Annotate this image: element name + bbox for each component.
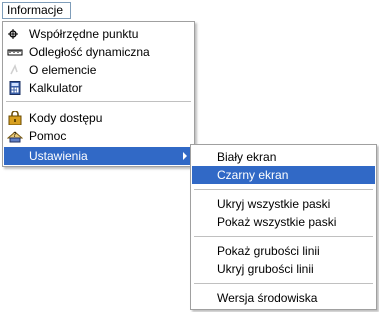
submenu-item-pokaz-grubosci-linii[interactable]: Pokaż grubości linii [192,242,375,260]
submenu-item-label: Wersja środowiska [217,291,318,305]
menu-item-label: Współrzędne punktu [29,27,139,41]
submenu-item-label: Ukryj grubości linii [217,262,314,276]
menu-separator [194,283,373,284]
submenu-item-pokaz-wszystkie-paski[interactable]: Pokaż wszystkie paski [192,213,375,231]
menu-item-label: Kalkulator [29,81,83,95]
submenu-item-czarny-ekran[interactable]: Czarny ekran [192,166,375,184]
menu-item-wspolrzedne-punktu[interactable]: Współrzędne punktu [4,25,193,43]
menu-item-kody-dostepu[interactable]: Kody dostępu [4,109,193,127]
menu-separator [194,236,373,237]
menu-item-ustawienia[interactable]: Ustawienia [4,147,193,165]
menu-item-label: Ustawienia [29,149,88,163]
submenu-item-label: Czarny ekran [217,168,289,182]
submenu-item-label: Ukryj wszystkie paski [217,197,331,211]
svg-text:?: ? [13,131,17,139]
crosshair-icon [8,29,18,39]
submenu-item-label: Pokaż wszystkie paski [217,215,337,229]
menu-item-odleglosc-dynamiczna[interactable]: Odległość dynamiczna [4,43,193,61]
info-element-icon [10,64,18,75]
menu-item-label: Kody dostępu [29,111,103,125]
submenu-item-label: Biały ekran [217,150,277,164]
menu-item-label: Odległość dynamiczna [29,45,150,59]
calculator-icon [9,81,21,95]
menu-item-label: Pomoc [29,129,67,143]
menu-title-informacje[interactable]: Informacje [2,2,71,19]
submenu-item-bialy-ekran[interactable]: Biały ekran [192,148,375,166]
help-icon: ? [7,131,23,143]
submenu-item-ukryj-wszystkie-paski[interactable]: Ukryj wszystkie paski [192,195,375,213]
ruler-icon [7,49,23,56]
menu-separator [194,189,373,190]
lock-icon [8,111,22,125]
menu-item-pomoc[interactable]: ? Pomoc [4,127,193,145]
submenu-item-label: Pokaż grubości linii [217,244,320,258]
menu-item-kalkulator[interactable]: Kalkulator [4,79,193,97]
menu-separator [6,101,191,102]
menu-item-label: O elemencie [29,63,97,77]
submenu-item-ukryj-grubosci-linii[interactable]: Ukryj grubości linii [192,260,375,278]
submenu-item-wersja-srodowiska[interactable]: Wersja środowiska [192,289,375,307]
menu-item-o-elemencie[interactable]: O elemencie [4,61,193,79]
informacje-dropdown-menu: Współrzędne punktu Odległość dynamiczna … [2,21,195,167]
submenu-arrow-icon [183,152,187,160]
ustawienia-submenu: Biały ekran Czarny ekran Ukryj wszystkie… [190,144,377,310]
